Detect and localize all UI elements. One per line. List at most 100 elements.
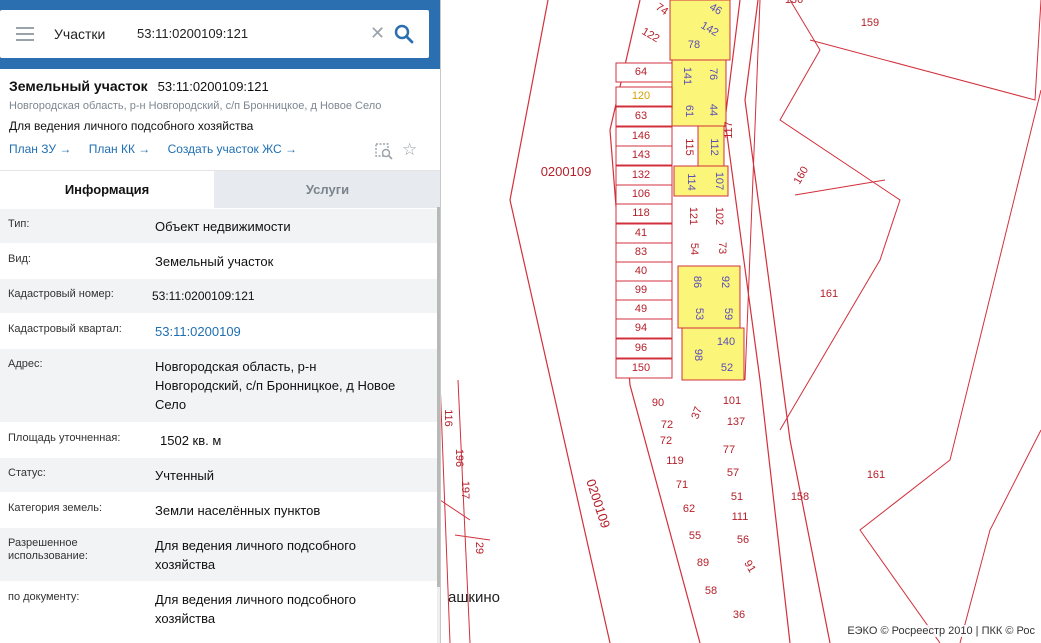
- info-label: Вид:: [8, 253, 31, 265]
- info-label: Статус:: [8, 467, 46, 479]
- plot-label: 0200109: [583, 477, 613, 530]
- tab-bar: Информация Услуги: [0, 170, 440, 208]
- info-list: Тип: Объект недвижимости Вид: Земельный …: [0, 208, 440, 635]
- favorite-star-icon[interactable]: ☆: [402, 140, 417, 160]
- plot-label: 29: [473, 542, 485, 554]
- parcel-line-161: [859, 89, 1041, 643]
- plot-label: 72: [661, 419, 673, 431]
- plot-label: 54: [688, 243, 700, 255]
- plot-label: 0200109: [541, 164, 592, 179]
- plot-label: 37: [689, 405, 704, 421]
- plot-label: 62: [683, 503, 695, 515]
- plot-label: 71: [676, 479, 688, 491]
- plot-label: 136: [785, 0, 803, 6]
- parcel-line-158: [959, 429, 1041, 643]
- plot-label: 73: [716, 242, 728, 254]
- object-card: Земельный участок 53:11:0200109:121 Новг…: [0, 69, 440, 170]
- road-edge: [744, 0, 831, 643]
- info-value: Для ведения личного подсобного хозяйства: [155, 592, 356, 626]
- plot-label: 53: [693, 308, 705, 320]
- info-label: Кадастровый номер:: [8, 288, 114, 300]
- info-label: Адрес:: [8, 358, 43, 370]
- plot-label: 196: [453, 449, 465, 467]
- plot-label: 150: [632, 362, 650, 374]
- plot-label: 112: [708, 138, 720, 156]
- cadastral-quarter-link[interactable]: 53:11:0200109: [155, 322, 425, 341]
- info-panel: Участки ✕ Земельный участок 53:11:020010…: [0, 0, 441, 643]
- info-value: Объект недвижимости: [155, 219, 291, 234]
- plot-label: 122: [640, 26, 662, 46]
- plot-label: 41: [635, 227, 647, 239]
- info-row-status: Статус: Учтенный: [0, 457, 440, 492]
- plot-label: 115: [683, 138, 695, 156]
- plot-label: 92: [719, 276, 731, 288]
- search-box: Участки ✕: [0, 10, 429, 58]
- plot-label: 40: [635, 265, 647, 277]
- plot-label: 132: [632, 169, 650, 181]
- plot-label: 114: [685, 173, 697, 191]
- plot-label: 106: [632, 188, 650, 200]
- hamburger-menu-icon[interactable]: [16, 27, 34, 41]
- info-row-address: Адрес: Новгородская область, р-н Новгоро…: [0, 348, 440, 422]
- plot-label: ашкино: [448, 589, 500, 606]
- card-links: План ЗУ → План КК → Создать участок ЖС →…: [9, 140, 431, 160]
- info-row-area: Площадь уточненная: 1502 кв. м: [0, 422, 440, 457]
- plot-label: 63: [635, 110, 647, 122]
- search-input[interactable]: [137, 26, 357, 41]
- parcel-line-159: [809, 0, 1041, 101]
- info-row-cadastral-quarter: Кадастровый квартал: 53:11:0200109: [0, 313, 440, 348]
- info-label: Площадь уточненная:: [8, 432, 121, 444]
- plot-label: 197: [459, 481, 471, 499]
- info-row-cadastral-number: Кадастровый номер: 53:11:0200109:121: [0, 278, 440, 313]
- info-label: по документу:: [8, 591, 80, 603]
- plot-label: 94: [635, 322, 647, 334]
- plot-label: 61: [683, 105, 695, 117]
- parcel-line-160: [794, 179, 886, 196]
- info-value: 1502 кв. м: [160, 433, 222, 448]
- plot-label: 77: [723, 444, 735, 456]
- plot-label: 74: [653, 1, 670, 18]
- object-cadastral-number: 53:11:0200109:121: [157, 79, 269, 94]
- plot-label: 101: [723, 395, 741, 407]
- info-label: Категория земель:: [8, 502, 103, 514]
- plot-label: 86: [691, 276, 703, 288]
- plot-label: 52: [721, 362, 733, 374]
- info-row-land-category: Категория земель: Земли населённых пункт…: [0, 492, 440, 527]
- plot-label: 119: [666, 455, 684, 467]
- search-icon[interactable]: [394, 24, 414, 44]
- search-type-selector[interactable]: Участки: [54, 26, 105, 42]
- info-row-permitted-use: Разрешенное использование: Для ведения л…: [0, 527, 440, 581]
- parcel-boundary: [779, 0, 901, 431]
- plot-label: 59: [722, 308, 734, 320]
- plot-label: 99: [635, 284, 647, 296]
- plot-label: 36: [733, 609, 745, 621]
- plot-label: 141: [681, 67, 693, 85]
- plot-label: 158: [791, 491, 809, 503]
- info-value: Учтенный: [155, 468, 215, 483]
- plot-label: 161: [820, 288, 838, 300]
- plot-label: 118: [632, 207, 650, 219]
- info-value: Земли населённых пунктов: [155, 503, 321, 518]
- plot-label: 160: [792, 165, 812, 187]
- clear-icon[interactable]: ✕: [370, 23, 385, 44]
- object-use: Для ведения личного подсобного хозяйства: [9, 119, 254, 133]
- plot-label: 44: [707, 104, 719, 116]
- plot-label: 83: [635, 246, 647, 258]
- plot-label: 56: [737, 534, 749, 546]
- plot-label: 146: [632, 130, 650, 142]
- plot-label: 96: [635, 342, 647, 354]
- plot-label: 161: [867, 469, 885, 481]
- zoom-to-object-icon[interactable]: [375, 142, 393, 160]
- plot-label: 89: [697, 557, 709, 569]
- plot-label: 58: [705, 585, 717, 597]
- plot-label: 143: [632, 149, 650, 161]
- plan-kk-link[interactable]: План КК →: [89, 142, 151, 156]
- scrollbar-thumb[interactable]: [437, 207, 440, 587]
- tab-services[interactable]: Услуги: [214, 171, 440, 208]
- plan-zu-link[interactable]: План ЗУ →: [9, 142, 71, 156]
- object-address: Новгородская область, р-н Новгородский, …: [9, 100, 382, 112]
- info-row-type: Тип: Объект недвижимости: [0, 208, 440, 243]
- create-plot-link[interactable]: Создать участок ЖС →: [168, 142, 297, 156]
- info-value: 53:11:0200109:121: [152, 289, 255, 303]
- tab-information[interactable]: Информация: [0, 171, 214, 208]
